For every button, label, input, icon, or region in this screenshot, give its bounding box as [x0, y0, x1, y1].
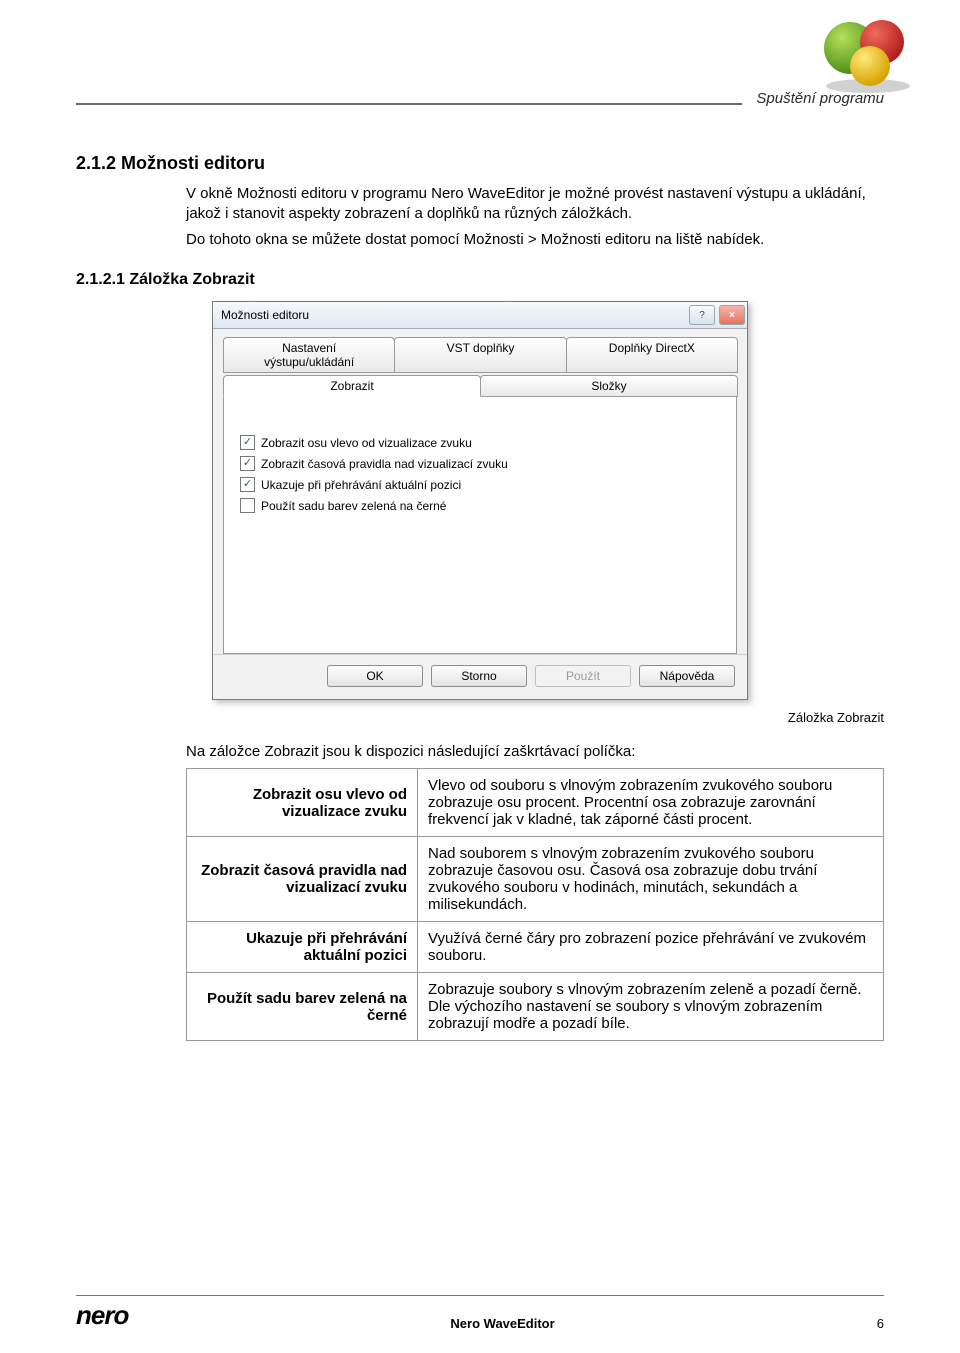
table-intro: Na záložce Zobrazit jsou k dispozici nás… [186, 743, 884, 760]
checkbox-row-show-position: ✓ Ukazuje při přehrávání aktuální pozici [240, 477, 720, 492]
checkbox-label: Zobrazit osu vlevo od vizualizace zvuku [261, 436, 472, 450]
section-paragraph-2: Do tohoto okna se můžete dostat pomocí M… [186, 230, 884, 250]
nero-spheres-logo [810, 16, 920, 101]
checkbox-green-on-black[interactable] [240, 498, 255, 513]
check-icon: ✓ [243, 437, 252, 448]
checkbox-label: Zobrazit časová pravidla nad vizualizací… [261, 457, 508, 471]
option-label: Zobrazit časová pravidla nad vizualizací… [187, 837, 418, 922]
nero-brand-logo: nero [76, 1300, 128, 1331]
check-icon: ✓ [243, 458, 252, 469]
dialog-help-text-button[interactable]: Nápověda [639, 665, 735, 687]
dialog-cancel-button[interactable]: Storno [431, 665, 527, 687]
editor-options-dialog: Možnosti editoru ? × Nastavení výstupu/u… [212, 301, 748, 700]
option-description: Nad souborem s vlnovým zobrazením zvukov… [418, 837, 884, 922]
option-label: Použít sadu barev zelená na černé [187, 973, 418, 1041]
header-rule [76, 103, 742, 105]
dialog-titlebar: Možnosti editoru ? × [213, 302, 747, 329]
tab-pane-display: ✓ Zobrazit osu vlevo od vizualizace zvuk… [223, 396, 737, 654]
checkbox-time-rules[interactable]: ✓ [240, 456, 255, 471]
footer-rule [76, 1295, 884, 1296]
section-paragraph-1: V okně Možnosti editoru v programu Nero … [186, 184, 884, 224]
checkbox-row-axis-left: ✓ Zobrazit osu vlevo od vizualizace zvuk… [240, 435, 720, 450]
tab-display[interactable]: Zobrazit [223, 375, 481, 397]
options-table: Zobrazit osu vlevo od vizualizace zvuku … [186, 768, 884, 1041]
tab-vst-plugins[interactable]: VST doplňky [394, 337, 566, 373]
tab-directx-plugins[interactable]: Doplňky DirectX [566, 337, 738, 373]
dialog-help-button[interactable]: ? [689, 305, 715, 325]
check-icon: ✓ [243, 479, 252, 490]
table-row: Ukazuje při přehrávání aktuální pozici V… [187, 922, 884, 973]
dialog-close-button[interactable]: × [719, 305, 745, 325]
option-label: Zobrazit osu vlevo od vizualizace zvuku [187, 769, 418, 837]
checkbox-row-green-on-black: Použít sadu barev zelená na černé [240, 498, 720, 513]
checkbox-show-position[interactable]: ✓ [240, 477, 255, 492]
dialog-apply-button[interactable]: Použít [535, 665, 631, 687]
option-description: Vlevo od souboru s vlnovým zobrazením zv… [418, 769, 884, 837]
section-heading: 2.1.2 Možnosti editoru [76, 153, 884, 174]
table-row: Použít sadu barev zelená na černé Zobraz… [187, 973, 884, 1041]
footer-page-number: 6 [877, 1316, 884, 1331]
checkbox-label: Ukazuje při přehrávání aktuální pozici [261, 478, 461, 492]
footer-product-name: Nero WaveEditor [128, 1316, 876, 1331]
subsection-heading: 2.1.2.1 Záložka Zobrazit [76, 271, 884, 289]
checkbox-axis-left[interactable]: ✓ [240, 435, 255, 450]
tab-output-settings[interactable]: Nastavení výstupu/ukládání [223, 337, 395, 373]
table-row: Zobrazit osu vlevo od vizualizace zvuku … [187, 769, 884, 837]
figure-caption: Záložka Zobrazit [76, 710, 884, 725]
option-label: Ukazuje při přehrávání aktuální pozici [187, 922, 418, 973]
dialog-title: Možnosti editoru [221, 308, 685, 322]
option-description: Využívá černé čáry pro zobrazení pozice … [418, 922, 884, 973]
table-row: Zobrazit časová pravidla nad vizualizací… [187, 837, 884, 922]
option-description: Zobrazuje soubory s vlnovým zobrazením z… [418, 973, 884, 1041]
tab-folders[interactable]: Složky [480, 375, 738, 397]
checkbox-label: Použít sadu barev zelená na černé [261, 499, 446, 513]
checkbox-row-time-rules: ✓ Zobrazit časová pravidla nad vizualiza… [240, 456, 720, 471]
dialog-ok-button[interactable]: OK [327, 665, 423, 687]
